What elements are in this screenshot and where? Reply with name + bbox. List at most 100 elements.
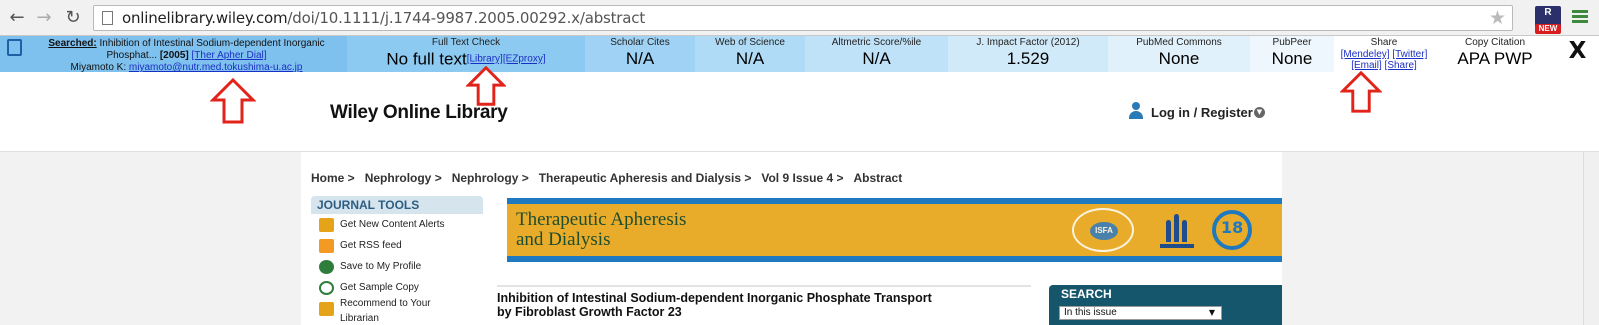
close-button[interactable]: X bbox=[1556, 36, 1599, 72]
tool-label: Get New Content Alerts bbox=[340, 219, 445, 230]
url-text[interactable]: onlinelibrary.wiley.com/doi/10.1111/j.17… bbox=[122, 9, 645, 27]
copy-citation[interactable]: Copy Citation APA PWP bbox=[1434, 36, 1556, 72]
full-text-value: No full text bbox=[386, 49, 467, 69]
alert-icon bbox=[319, 218, 334, 232]
url-path: /doi/10.1111/j.1744-9987.2005.00292.x/ab… bbox=[287, 9, 645, 27]
login-register-link[interactable]: Log in / Register bbox=[1151, 105, 1253, 120]
tool-label: Get RSS feed bbox=[340, 240, 402, 251]
sample-icon bbox=[319, 281, 334, 295]
jif-label: J. Impact Factor (2012) bbox=[976, 37, 1080, 48]
main-content: Home > Nephrology > Nephrology > Therapeuti… bbox=[301, 152, 1282, 325]
isfa-logo-text: ISFA bbox=[1090, 222, 1118, 240]
sample-copy-link[interactable]: Get Sample Copy bbox=[311, 277, 483, 298]
browser-menu-icon[interactable] bbox=[1572, 10, 1588, 24]
save-profile-link[interactable]: Save to My Profile bbox=[311, 256, 483, 277]
tool-label: Recommend to Your bbox=[340, 298, 431, 309]
banner-title-line1: Therapeutic Apheresis bbox=[516, 209, 687, 230]
settings-icon[interactable] bbox=[7, 39, 22, 56]
journal-banner[interactable]: Therapeutic Apheresis and Dialysis ISFA … bbox=[507, 198, 1282, 262]
breadcrumb-issue[interactable]: Vol 9 Issue 4 > bbox=[761, 171, 843, 185]
breadcrumb-home[interactable]: Home > bbox=[311, 171, 355, 185]
extension-icon[interactable]: R NEW bbox=[1535, 6, 1561, 34]
scholar-cites[interactable]: Scholar Cites N/A bbox=[585, 36, 695, 72]
pubpeer-value: None bbox=[1271, 49, 1313, 68]
jsa-logo bbox=[1160, 212, 1194, 248]
reload-button[interactable]: ↻ bbox=[62, 7, 84, 29]
scholar-label: Scholar Cites bbox=[610, 37, 670, 48]
twitter-link[interactable]: [Twitter] bbox=[1392, 49, 1427, 60]
ring-logo: 18 bbox=[1212, 210, 1252, 250]
searched-year: [2005] bbox=[159, 50, 189, 61]
cite-value: APA PWP bbox=[1457, 49, 1533, 68]
page-icon bbox=[102, 11, 113, 25]
search-scope-value: In this issue bbox=[1064, 307, 1117, 318]
back-button[interactable]: ← bbox=[6, 7, 28, 29]
searched-panel: Searched: Inhibition of Intestinal Sodiu… bbox=[0, 36, 347, 73]
mendeley-link[interactable]: [Mendeley] bbox=[1341, 49, 1390, 60]
email-link[interactable]: [Email] bbox=[1351, 60, 1382, 71]
article-title-line2: by Fibroblast Growth Factor 23 bbox=[497, 305, 682, 319]
annotation-arrow-up-icon bbox=[1340, 71, 1382, 113]
pubpeer-label: PubPeer bbox=[1272, 37, 1312, 48]
banner-logos: ISFA 18 bbox=[1072, 208, 1272, 252]
recommend-librarian-link[interactable]: Recommend to Your Librarian bbox=[311, 298, 483, 324]
full-text-label: Full Text Check bbox=[431, 37, 501, 48]
tool-label: Save to My Profile bbox=[340, 261, 422, 272]
library-link[interactable]: [Library] bbox=[467, 54, 503, 65]
breadcrumb-journal[interactable]: Therapeutic Apheresis and Dialysis > bbox=[539, 171, 752, 185]
breadcrumb-abstract: Abstract bbox=[853, 171, 903, 185]
share-label: Share bbox=[1370, 37, 1398, 48]
banner-title: Therapeutic Apheresis and Dialysis bbox=[516, 210, 686, 250]
scholar-value: N/A bbox=[625, 49, 655, 68]
journal-link[interactable]: [Ther Apher Dial] bbox=[192, 50, 267, 61]
tool-label: Get Sample Copy bbox=[340, 282, 419, 293]
save-icon bbox=[319, 260, 334, 274]
journal-tools-heading: JOURNAL TOOLS bbox=[311, 196, 483, 214]
banner-title-line2: and Dialysis bbox=[516, 229, 611, 250]
breadcrumb-nephrology-2[interactable]: Nephrology > bbox=[452, 171, 529, 185]
altmetric-label: Altmetric Score/%ile bbox=[831, 37, 922, 48]
recommend-icon bbox=[319, 302, 334, 316]
pmc-value: None bbox=[1158, 49, 1200, 68]
breadcrumb: Home > Nephrology > Nephrology > Therapeuti… bbox=[311, 171, 912, 185]
search-heading: SEARCH bbox=[1061, 287, 1112, 301]
isfa-logo: ISFA bbox=[1072, 208, 1134, 252]
pmc-label: PubMed Commons bbox=[1136, 37, 1222, 48]
share-panel: Share [Mendeley] [Twitter] [Email] [Shar… bbox=[1334, 36, 1434, 72]
article-title: Inhibition of Intestinal Sodium-dependen… bbox=[497, 291, 1027, 319]
ring-logo-number: 18 bbox=[1221, 218, 1244, 237]
jif-value: 1.529 bbox=[1006, 49, 1050, 68]
url-host: onlinelibrary.wiley.com bbox=[122, 9, 288, 27]
impact-factor[interactable]: J. Impact Factor (2012) 1.529 bbox=[948, 36, 1108, 72]
breadcrumb-nephrology-1[interactable]: Nephrology > bbox=[365, 171, 442, 185]
bookmark-star-icon[interactable]: ★ bbox=[1489, 7, 1506, 29]
divider bbox=[497, 285, 1031, 287]
altmetric-score[interactable]: Altmetric Score/%ile N/A bbox=[805, 36, 948, 72]
searched-label: Searched: bbox=[48, 38, 97, 49]
forward-button[interactable]: → bbox=[33, 7, 55, 29]
user-icon bbox=[1128, 102, 1144, 120]
extension-letters: R bbox=[1544, 7, 1552, 18]
get-alerts-link[interactable]: Get New Content Alerts bbox=[311, 214, 483, 235]
article-title-line1: Inhibition of Intestinal Sodium-dependen… bbox=[497, 291, 932, 305]
search-scope-select[interactable]: In this issue ▼ bbox=[1059, 306, 1222, 320]
chevron-down-icon[interactable]: ▼ bbox=[1254, 107, 1265, 118]
share-link[interactable]: [Share] bbox=[1385, 60, 1417, 71]
web-of-science[interactable]: Web of Science N/A bbox=[695, 36, 805, 72]
address-bar[interactable]: onlinelibrary.wiley.com/doi/10.1111/j.17… bbox=[93, 5, 1513, 31]
page-scrollbar[interactable] bbox=[1583, 152, 1599, 325]
extension-bar: Searched: Inhibition of Intestinal Sodiu… bbox=[0, 36, 1599, 73]
search-panel: SEARCH In this issue ▼ bbox=[1049, 285, 1282, 325]
wos-value: N/A bbox=[735, 49, 765, 68]
browser-toolbar: ← → ↻ onlinelibrary.wiley.com/doi/10.111… bbox=[0, 0, 1599, 36]
rss-icon bbox=[319, 239, 334, 253]
tool-label-line2: Librarian bbox=[340, 313, 379, 324]
pubpeer[interactable]: PubPeer None bbox=[1250, 36, 1334, 72]
altmetric-value: N/A bbox=[862, 49, 891, 68]
annotation-arrow-up-icon bbox=[466, 66, 506, 106]
ezproxy-link[interactable]: [EZproxy] bbox=[503, 54, 546, 65]
pubmed-commons[interactable]: PubMed Commons None bbox=[1108, 36, 1250, 72]
get-rss-link[interactable]: Get RSS feed bbox=[311, 235, 483, 256]
journal-tools: JOURNAL TOOLS Get New Content Alerts Get… bbox=[311, 196, 483, 325]
wos-label: Web of Science bbox=[715, 37, 785, 48]
